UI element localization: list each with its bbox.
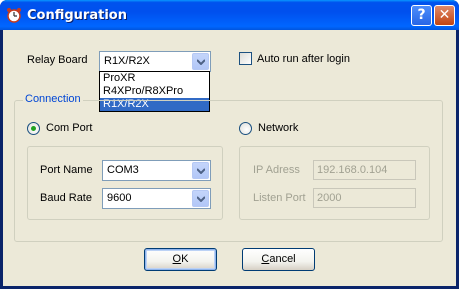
ip-address-field[interactable]: 192.168.0.104 — [313, 160, 416, 180]
port-name-label: Port Name — [40, 164, 93, 176]
radio-selected-dot — [31, 126, 36, 131]
network-radio[interactable] — [239, 122, 252, 135]
listen-port-label: Listen Port — [253, 192, 306, 204]
network-label: Network — [258, 122, 299, 134]
chevron-down-icon[interactable] — [192, 53, 209, 70]
auto-run-label: Auto run after login — [257, 53, 350, 65]
relay-board-value: R1X/R2X — [104, 55, 150, 67]
baud-rate-select[interactable]: 9600 — [102, 188, 211, 209]
listen-port-value: 2000 — [317, 192, 342, 204]
com-port-radio[interactable] — [27, 122, 40, 135]
listen-port-field[interactable]: 2000 — [313, 188, 416, 208]
help-button[interactable]: ? — [411, 5, 432, 26]
chevron-down-icon[interactable] — [192, 162, 209, 179]
cancel-label-rest: ancel — [269, 253, 296, 265]
window-title: Configuration — [27, 8, 127, 23]
com-port-label: Com Port — [46, 122, 93, 134]
port-name-select[interactable]: COM3 — [102, 160, 211, 181]
connection-legend: Connection — [23, 93, 83, 105]
chevron-down-icon[interactable] — [192, 190, 209, 207]
relay-board-option-r4xpro[interactable]: R4XPro/R8XPro — [100, 85, 209, 98]
auto-run-checkbox[interactable] — [239, 52, 252, 65]
ip-address-value: 192.168.0.104 — [317, 164, 388, 176]
ok-accelerator: O — [172, 253, 182, 265]
cancel-button[interactable]: Cancel — [242, 248, 315, 271]
baud-rate-value: 9600 — [107, 192, 132, 204]
relay-board-select[interactable]: R1X/R2X — [99, 51, 211, 72]
title-bar[interactable]: Configuration ? ✕ — [0, 0, 459, 30]
configuration-window: Configuration ? ✕ Relay Board R1X/R2X Pr… — [0, 0, 459, 289]
network-group — [239, 146, 430, 220]
close-button[interactable]: ✕ — [434, 5, 455, 26]
relay-board-label: Relay Board — [27, 54, 88, 66]
relay-board-option-proxr[interactable]: ProXR — [100, 72, 209, 85]
alarm-clock-icon — [6, 7, 22, 23]
port-name-value: COM3 — [107, 164, 139, 176]
dialog-body: Relay Board R1X/R2X ProXR R4XPro/R8XPro … — [3, 30, 456, 286]
ok-label-rest: K — [181, 253, 189, 265]
ok-button[interactable]: OK — [144, 248, 217, 271]
baud-rate-label: Baud Rate — [40, 192, 92, 204]
ip-address-label: IP Adress — [253, 164, 300, 176]
